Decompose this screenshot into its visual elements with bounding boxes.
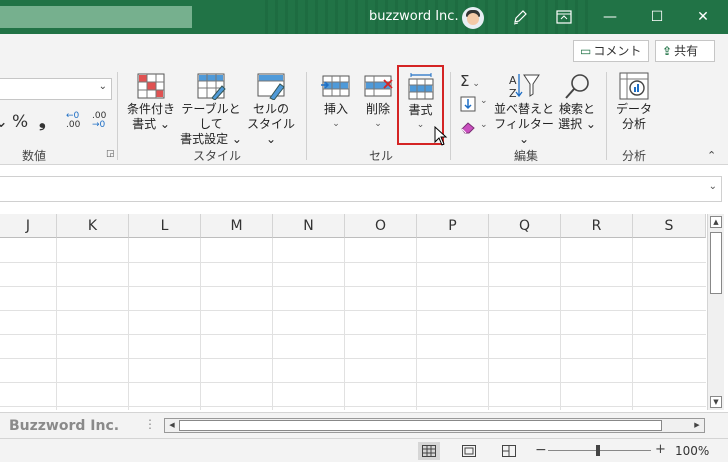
avatar[interactable] [462,7,484,29]
vertical-scrollbar[interactable]: ▲ ▼ [707,214,724,410]
minimize-button[interactable]: — [597,6,623,28]
maximize-button[interactable]: ☐ [644,6,670,28]
ribbon: ▭ コメント ⇪ 共有 ⌄ ⌄ % ❟ ←0.00 .00 →0 数値 ◲ 条件付き … [0,34,728,165]
column-header[interactable]: O [345,214,417,238]
dialog-launcher-icon[interactable]: ◲ [106,149,115,159]
spreadsheet-grid[interactable]: J K L M N O P Q R S [0,214,706,410]
sort-filter-icon: AZ [509,74,540,100]
group-label-analysis: 分析 [622,149,647,163]
magnifier-icon [565,74,589,99]
sort-filter-button[interactable]: AZ 並べ替えと フィルター ⌄ [494,72,554,146]
svg-text:Z: Z [509,87,517,100]
page-break-icon [502,445,516,457]
comma-button[interactable]: ❟ [39,112,46,132]
format-as-table-icon [197,73,226,100]
cell-styles-icon [257,73,285,100]
data-analysis-icon [619,72,649,100]
svg-text:A: A [509,74,517,87]
vertical-scroll-thumb[interactable] [710,232,722,294]
conditional-formatting-icon [137,73,165,99]
increase-decimal-button[interactable]: ←0.00 [66,112,80,130]
horizontal-scrollbar[interactable]: ◀ ▶ [164,418,705,433]
column-header[interactable]: J [0,214,57,238]
fill-button[interactable]: ⌄ [460,96,492,116]
formula-bar[interactable]: ⌄ [0,176,722,202]
collapse-ribbon-icon[interactable]: ⌃ [707,149,716,162]
page-layout-view-button[interactable] [458,442,480,460]
group-label-number: 数値 [22,149,47,163]
ribbon-display-icon[interactable] [551,6,577,28]
group-label-editing: 編集 [514,149,539,163]
more-options-icon[interactable]: ⋮ [144,417,156,431]
title-bar: buzzword Inc. — ☐ ✕ [0,0,728,34]
delete-cells-icon [364,75,393,97]
zoom-slider-thumb[interactable] [596,445,600,456]
fill-down-icon [460,96,476,112]
column-header[interactable]: M [201,214,273,238]
status-bar: − + 100% [0,438,728,462]
column-header[interactable]: Q [489,214,561,238]
column-header[interactable]: S [633,214,706,238]
column-header[interactable]: L [129,214,201,238]
normal-view-button[interactable] [418,442,440,460]
page-layout-icon [462,445,476,457]
sheet-tab[interactable]: Buzzword Inc. [9,418,119,434]
expand-formula-icon[interactable]: ⌄ [709,181,717,192]
share-button[interactable]: ⇪ 共有 [655,40,715,62]
group-label-styles: スタイル [193,149,242,163]
chevron-down-icon: ⌄ [98,81,107,92]
share-icon: ⇪ [662,44,673,58]
close-button[interactable]: ✕ [690,6,716,28]
search-box[interactable] [0,6,192,28]
scroll-down-icon[interactable]: ▼ [710,396,722,408]
eraser-icon [461,122,475,134]
insert-cells-icon [321,75,350,97]
zoom-out-button[interactable]: − [535,442,547,458]
percent-button[interactable]: % [12,112,28,132]
zoom-level[interactable]: 100% [675,444,709,458]
column-header[interactable]: P [417,214,489,238]
column-header[interactable]: R [561,214,633,238]
group-label-cells: セル [369,149,394,163]
page-break-view-button[interactable] [498,442,520,460]
currency-chevron[interactable]: ⌄ [0,112,8,132]
insert-button[interactable]: 挿入 ⌄ [318,72,354,142]
comment-icon: ▭ [580,44,592,58]
document-title: buzzword Inc. [369,9,459,24]
find-select-button[interactable]: 検索と 選択 ⌄ [556,72,598,142]
sheet-tab-bar: Buzzword Inc. ⋮ ◀ ▶ [0,412,728,438]
autosum-button[interactable]: Σ ⌄ [460,72,492,92]
horizontal-scroll-thumb[interactable] [179,420,662,431]
decrease-decimal-button[interactable]: .00 →0 [92,112,106,130]
clear-button[interactable]: ⌄ [460,120,492,140]
comment-button[interactable]: ▭ コメント [573,40,649,62]
mouse-cursor-icon [434,126,448,146]
normal-view-icon [422,445,436,457]
column-header[interactable]: K [57,214,129,238]
pen-icon[interactable] [507,6,533,28]
number-format-dropdown[interactable]: ⌄ [0,78,112,100]
cell-styles-button[interactable]: セルの スタイル ⌄ [245,72,297,146]
scroll-right-icon[interactable]: ▶ [691,419,703,432]
data-analysis-button[interactable]: データ 分析 [613,72,655,142]
format-as-table-button[interactable]: テーブルとして 書式設定 ⌄ [179,72,243,146]
zoom-in-button[interactable]: + [655,442,666,457]
scroll-left-icon[interactable]: ◀ [166,419,178,432]
scroll-up-icon[interactable]: ▲ [710,216,722,228]
column-header[interactable]: N [273,214,345,238]
delete-button[interactable]: 削除 ⌄ [360,72,396,142]
format-cells-icon [408,73,433,100]
conditional-formatting-button[interactable]: 条件付き 書式 ⌄ [125,72,177,142]
